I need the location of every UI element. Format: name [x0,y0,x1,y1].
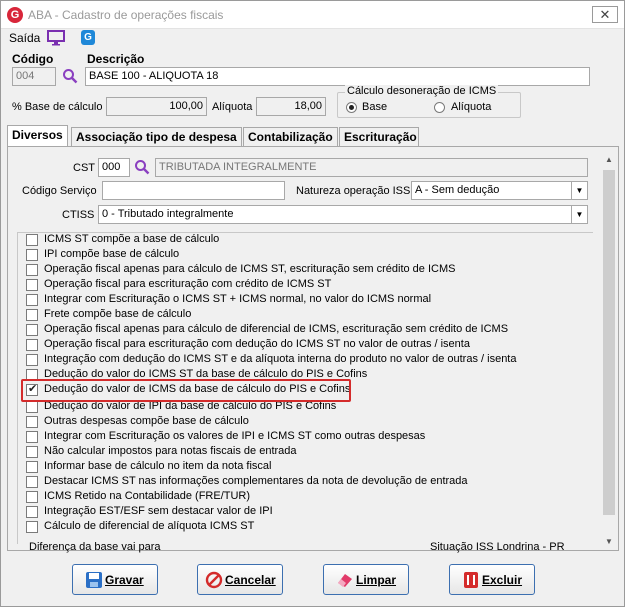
codigo-servico-field[interactable] [102,181,285,200]
chevron-down-icon[interactable]: ▼ [571,206,587,223]
cst-description-field: TRIBUTADA INTEGRALMENTE [155,158,588,177]
checkbox[interactable] [26,249,38,261]
natureza-label: Natureza operação ISS [296,185,411,197]
codigo-label: Código [12,52,54,66]
vertical-scrollbar[interactable]: ▲ ▼ [601,152,617,550]
app-shortcut-icon[interactable]: G [81,30,95,45]
ctiss-value: 0 - Tributado integralmente [102,208,234,220]
cst-code-field[interactable]: 000 [98,158,130,177]
scroll-up-icon[interactable]: ▲ [601,152,617,168]
checkbox[interactable] [26,279,38,291]
checkbox-label: Integrar com Escrituração o ICMS ST + IC… [44,293,432,305]
checkbox-label: Destacar ICMS ST nas informações complem… [44,475,468,487]
window-title: ABA - Cadastro de operações fiscais [28,8,224,22]
checkbox[interactable] [26,416,38,428]
checkbox[interactable] [26,401,38,413]
checkbox[interactable] [26,521,38,533]
diferenca-group-title: Diferença da base vai para [29,541,161,553]
checkbox-label: Cálculo de diferencial de alíquota ICMS … [44,520,255,532]
app-logo-icon: G [7,7,23,23]
checkbox[interactable] [26,294,38,306]
excluir-label: Excluir [482,573,523,587]
menu-saida[interactable]: Saída [9,31,40,45]
cancelar-label: Cancelar [225,573,276,587]
cancel-icon [205,571,223,589]
trash-icon [464,572,478,588]
eraser-icon [338,574,352,587]
descricao-label: Descrição [87,52,145,66]
checkbox[interactable] [26,264,38,276]
gravar-label: Gravar [105,573,144,587]
gravar-button[interactable]: Gravar [72,564,158,595]
dialog-window: G ABA - Cadastro de operações fiscais ✕ … [0,0,625,607]
limpar-label: Limpar [356,573,397,587]
base-calculo-field[interactable]: 100,00 [106,97,207,116]
checkbox-label: Operação fiscal para escrituração com cr… [44,278,332,290]
search-icon[interactable] [62,68,78,84]
checkbox-label: Outras despesas compõe base de cálculo [44,415,249,427]
natureza-value: A - Sem dedução [415,184,500,196]
checkbox-label: ICMS Retido na Contabilidade (FRE/TUR) [44,490,251,502]
situacao-iss-group-title: Situação ISS Londrina - PR [430,541,565,553]
desoneracao-title: Cálculo desoneração de ICMS [345,85,499,97]
save-icon [86,572,102,588]
tab-escrituracao[interactable]: Escrituração [339,127,419,146]
tab-contabilizacao[interactable]: Contabilização [243,127,338,146]
cst-search-icon[interactable] [134,159,150,175]
checkbox-label: Operação fiscal apenas para cálculo de I… [44,263,456,275]
ctiss-label: CTISS [62,209,95,221]
scroll-thumb[interactable] [603,170,615,515]
radio-base[interactable] [346,102,357,113]
checkbox[interactable] [26,461,38,473]
chevron-down-icon[interactable]: ▼ [571,182,587,199]
checkbox[interactable] [26,491,38,503]
highlight-box [21,379,351,402]
tab-associacao[interactable]: Associação tipo de despesa [71,127,242,146]
aliquota-field[interactable]: 18,00 [256,97,326,116]
checkbox[interactable] [26,506,38,518]
excluir-button[interactable]: Excluir [449,564,535,595]
checkbox[interactable] [26,339,38,351]
codigo-servico-label: Código Serviço [22,185,97,197]
radio-aliquota[interactable] [434,102,445,113]
checkbox-label: Integrar com Escrituração os valores de … [44,430,426,442]
monitor-icon[interactable] [47,30,65,46]
checkbox-label: Integração com dedução do ICMS ST e da a… [44,353,517,365]
natureza-select[interactable]: A - Sem dedução ▼ [411,181,588,200]
close-button[interactable]: ✕ [592,6,618,23]
checkbox[interactable] [26,234,38,246]
checkbox-label: ICMS ST compõe a base de cálculo [44,233,220,245]
scroll-down-icon[interactable]: ▼ [601,534,617,550]
checkbox[interactable] [26,309,38,321]
cancelar-button[interactable]: Cancelar [197,564,283,595]
ctiss-select[interactable]: 0 - Tributado integralmente ▼ [98,205,588,224]
menu-bar: Saída G [1,29,624,49]
checkbox[interactable] [26,476,38,488]
checkbox-label: IPI compõe base de cálculo [44,248,180,260]
checkbox-label: Operação fiscal apenas para cálculo de d… [44,323,509,335]
descricao-field[interactable]: BASE 100 - ALIQUOTA 18 [85,67,590,86]
title-bar: G ABA - Cadastro de operações fiscais ✕ [1,1,624,29]
aliquota-label: Alíquota [212,101,253,113]
checkbox-label: Informar base de cálculo no item da nota… [44,460,272,472]
checkbox-label: Integração EST/ESF sem destacar valor de… [44,505,273,517]
checkbox-label: Não calcular impostos para notas fiscais… [44,445,297,457]
checkbox-label: Operação fiscal para escrituração com de… [44,338,470,350]
checkbox[interactable] [26,324,38,336]
tab-diversos[interactable]: Diversos [7,125,68,147]
checkbox[interactable] [26,446,38,458]
checkbox[interactable] [26,431,38,443]
checkbox[interactable] [26,354,38,366]
limpar-button[interactable]: Limpar [323,564,409,595]
codigo-field[interactable]: 004 [12,67,56,86]
cst-label: CST [73,162,95,174]
radio-base-label: Base [362,101,388,113]
base-calculo-label: % Base de cálculo [12,101,103,113]
checkbox-label: Frete compõe base de cálculo [44,308,192,320]
radio-aliquota-label: Alíquota [451,101,492,113]
